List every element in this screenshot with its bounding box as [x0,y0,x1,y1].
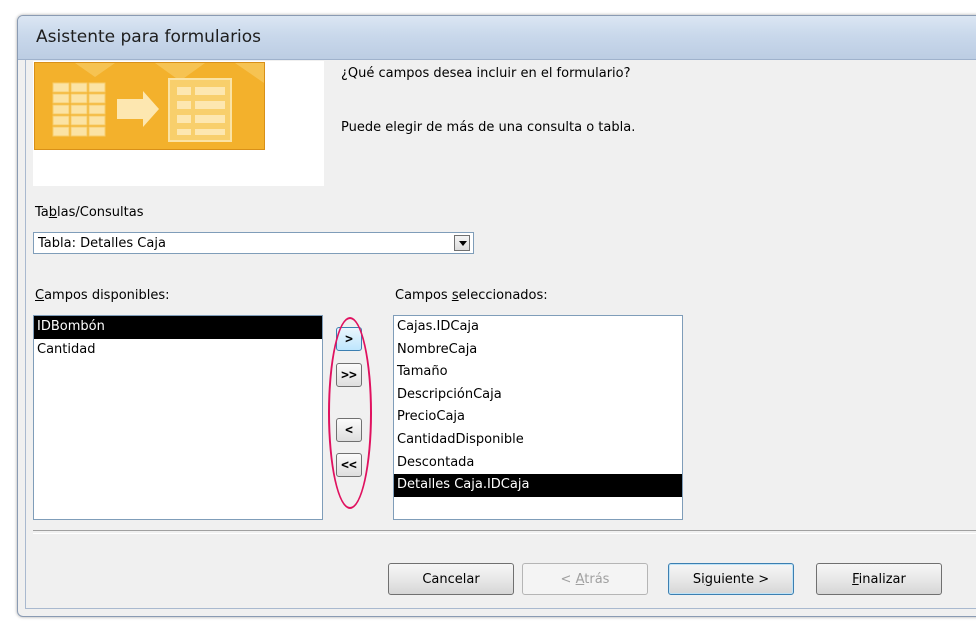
chevron-down-icon[interactable] [454,235,470,251]
list-item[interactable]: Detalles Caja.IDCaja [394,474,682,497]
remove-all-fields-button[interactable]: << [336,453,362,477]
list-item[interactable]: Cantidad [34,339,322,362]
wizard-illustration-icon [34,62,265,150]
footer-divider [33,530,976,534]
list-item[interactable]: NombreCaja [394,339,682,362]
selected-fields-listbox[interactable]: Cajas.IDCaja NombreCaja Tamaño Descripci… [393,315,683,520]
list-item[interactable]: Tamaño [394,361,682,384]
list-item[interactable]: CantidadDisponible [394,429,682,452]
list-item[interactable]: IDBombón [34,316,322,339]
window-title: Asistente para formularios [36,27,262,47]
available-fields-label: Campos disponibles: [35,288,170,303]
list-item[interactable]: DescripciónCaja [394,384,682,407]
tables-queries-label: Tablas/Consultas [35,205,144,220]
available-fields-listbox[interactable]: IDBombón Cantidad [33,315,323,520]
list-item[interactable]: Descontada [394,452,682,475]
selected-fields-label: Campos seleccionados: [395,288,548,303]
tables-queries-combobox[interactable]: Tabla: Detalles Caja [33,232,474,254]
add-field-button[interactable]: > [336,327,362,351]
add-all-fields-button[interactable]: >> [336,363,362,387]
next-button[interactable]: Siguiente > [668,563,794,595]
intro-hint: Puede elegir de más de una consulta o ta… [341,120,636,135]
list-item[interactable]: PrecioCaja [394,406,682,429]
remove-field-button[interactable]: < [336,418,362,442]
tables-queries-value: Tabla: Detalles Caja [38,236,166,251]
title-bar[interactable]: Asistente para formularios [18,16,976,60]
list-item[interactable]: Cajas.IDCaja [394,316,682,339]
finish-button[interactable]: Finalizar [816,563,942,595]
cancel-button[interactable]: Cancelar [388,563,514,595]
intro-question: ¿Qué campos desea incluir en el formular… [341,66,631,81]
back-button[interactable]: < Atrás [522,563,648,595]
